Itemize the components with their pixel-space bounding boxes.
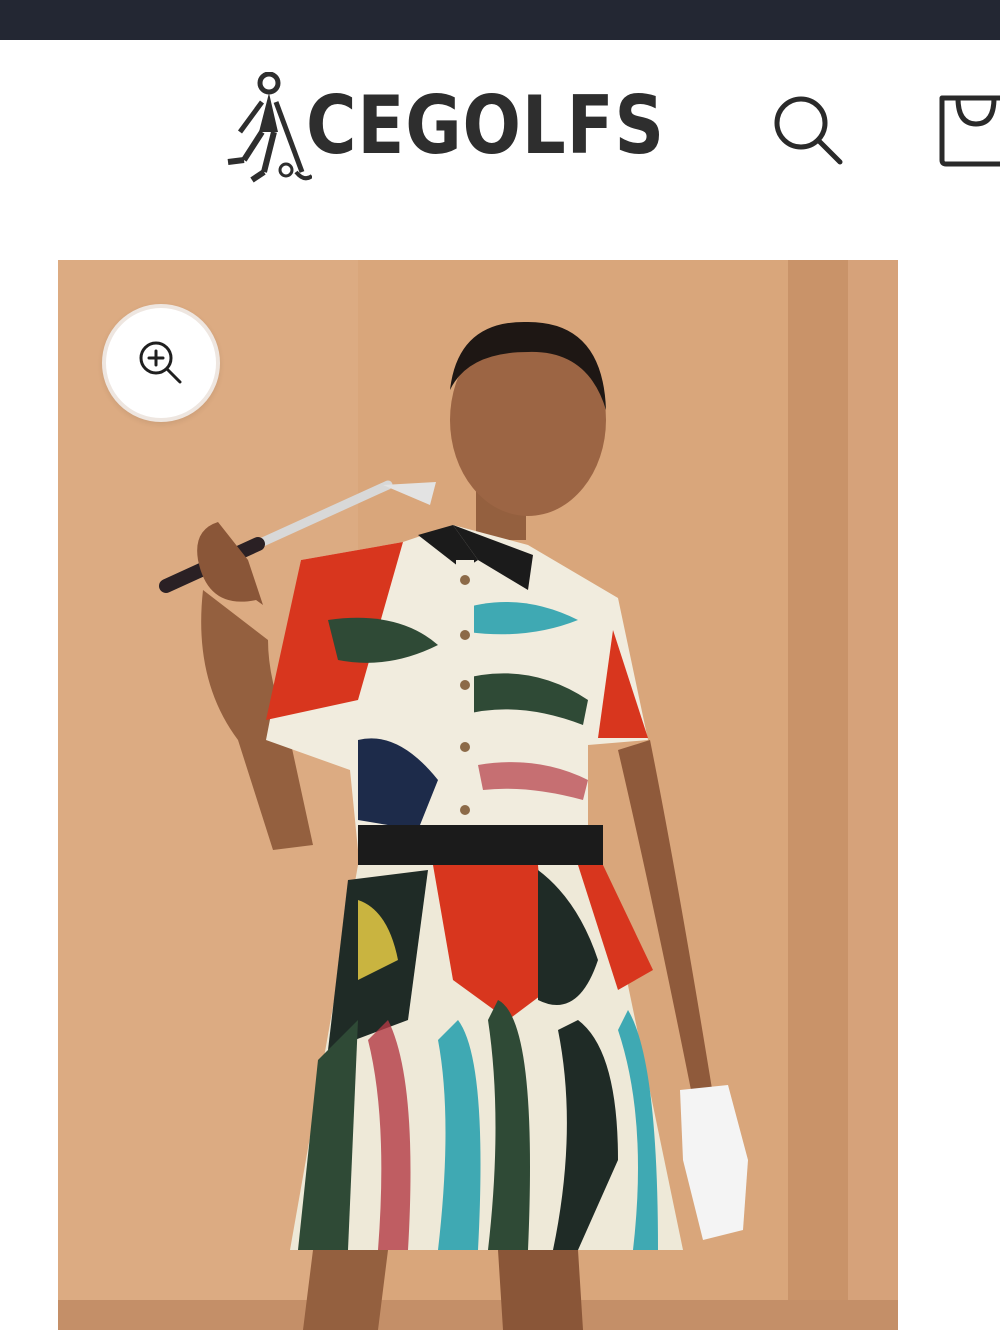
- cart-icon: [939, 95, 1000, 167]
- golfer-logo-icon: [227, 72, 312, 183]
- status-bar: [0, 0, 1000, 40]
- store-name: CEGOLFS: [306, 79, 665, 172]
- product-image[interactable]: [58, 260, 898, 1330]
- search-button[interactable]: [770, 92, 850, 172]
- site-header: CEGOLFS: [0, 40, 1000, 230]
- store-logo[interactable]: CEGOLFS: [222, 72, 692, 187]
- zoom-in-icon: [139, 341, 182, 384]
- search-icon: [774, 96, 843, 165]
- zoom-button[interactable]: [102, 304, 220, 422]
- product-photo: [58, 260, 898, 1330]
- cart-button[interactable]: [930, 90, 1000, 174]
